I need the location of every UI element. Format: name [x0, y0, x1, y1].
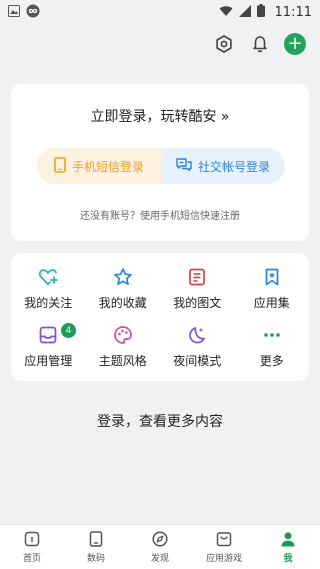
home-icon [23, 530, 41, 548]
bottom-nav: 首页 数码 发现 应用游戏 我 [0, 524, 320, 569]
plus-icon: + [287, 33, 303, 54]
heart-plus-icon [37, 266, 59, 288]
inbox-icon [37, 324, 59, 346]
my-follows-label: 我的关注 [24, 295, 73, 310]
person-icon [279, 530, 297, 548]
my-follows-item[interactable]: 我的关注 [11, 259, 86, 317]
nav-home[interactable]: 首页 [0, 525, 64, 569]
my-favorites-label: 我的收藏 [98, 295, 147, 310]
document-icon [186, 266, 208, 288]
more-dots-icon [261, 324, 283, 346]
bookmark-icon [261, 266, 283, 288]
nav-discover-label: 发现 [150, 554, 169, 564]
shortcut-grid: 我的关注 我的收藏 我的图文 应用集 4 应用管理 主题风格 夜间模式 更多 [11, 253, 309, 381]
nav-me[interactable]: 我 [256, 525, 320, 569]
app-management-item[interactable]: 4 应用管理 [11, 317, 86, 375]
social-login-label: 社交帐号登录 [197, 159, 270, 174]
settings-gear-icon[interactable] [212, 32, 236, 56]
signal-icon [238, 4, 251, 20]
sms-login-label: 手机短信登录 [71, 159, 144, 174]
palette-icon [112, 324, 134, 346]
nav-home-label: 首页 [22, 554, 41, 564]
nav-digital-label: 数码 [86, 554, 105, 564]
add-post-button[interactable]: + [284, 33, 306, 55]
nav-discover[interactable]: 发现 [128, 525, 192, 569]
top-toolbar: + [0, 24, 320, 64]
theme-style-item[interactable]: 主题风格 [86, 317, 161, 375]
chat-bubbles-icon [176, 157, 192, 175]
clock: 11:11 [274, 4, 312, 20]
phone-icon [54, 156, 66, 176]
nav-me-label: 我 [283, 554, 293, 564]
status-bar: 11:11 [0, 0, 320, 24]
app-collections-item[interactable]: 应用集 [235, 259, 310, 317]
login-prompt: 登录，查看更多内容 [97, 414, 223, 430]
battery-icon [256, 4, 265, 20]
compass-icon [151, 530, 169, 548]
app-collections-label: 应用集 [253, 295, 290, 310]
star-icon [112, 266, 134, 288]
night-mode-item[interactable]: 夜间模式 [160, 317, 235, 375]
my-favorites-item[interactable]: 我的收藏 [86, 259, 161, 317]
update-count-badge: 4 [61, 323, 76, 338]
more-item[interactable]: 更多 [235, 317, 310, 375]
login-title-link[interactable]: 立即登录，玩转酷安 » [11, 106, 309, 126]
gallery-notification-icon [8, 4, 20, 20]
store-icon [215, 530, 233, 548]
social-login-button[interactable]: 社交帐号登录 [161, 148, 285, 184]
night-mode-label: 夜间模式 [173, 353, 222, 368]
wifi-icon [219, 5, 233, 20]
phone-icon [87, 530, 105, 548]
more-label: 更多 [259, 353, 284, 368]
nav-digital[interactable]: 数码 [64, 525, 128, 569]
nav-apps-games-label: 应用游戏 [205, 554, 242, 564]
my-posts-label: 我的图文 [173, 295, 222, 310]
my-posts-item[interactable]: 我的图文 [160, 259, 235, 317]
sms-login-button[interactable]: 手机短信登录 [37, 148, 161, 184]
register-hint-link[interactable]: 还没有账号？使用手机短信快速注册 [11, 207, 309, 222]
login-card: 立即登录，玩转酷安 » 手机短信登录 社交帐号登录 还没有账号？使用手机短信快速… [11, 84, 309, 241]
nav-apps-games[interactable]: 应用游戏 [192, 525, 256, 569]
app-management-label: 应用管理 [24, 353, 73, 368]
moon-icon [186, 324, 208, 346]
login-buttons: 手机短信登录 社交帐号登录 [37, 148, 285, 184]
theme-style-label: 主题风格 [98, 353, 147, 368]
loop-notification-icon [26, 4, 40, 21]
notification-bell-icon[interactable] [248, 32, 272, 56]
